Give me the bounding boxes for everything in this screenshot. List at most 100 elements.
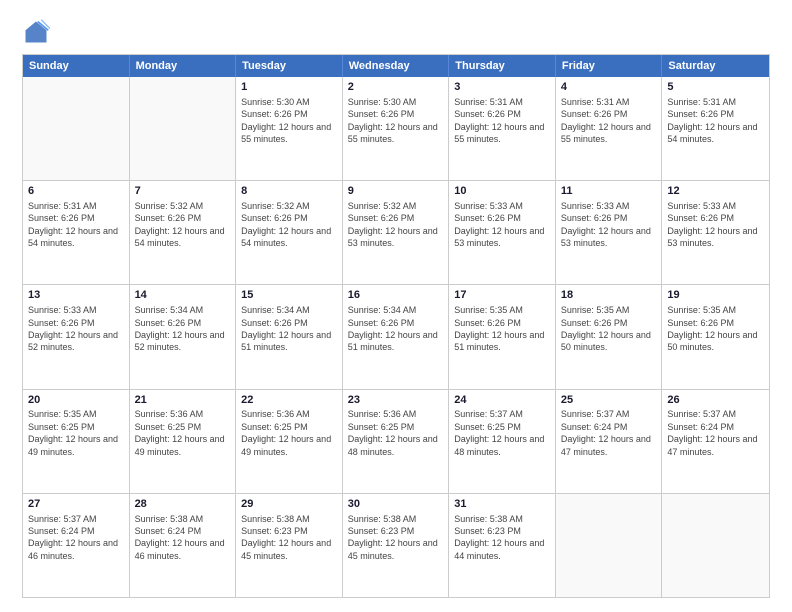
day-number: 6 [28,184,124,199]
day-info: Sunrise: 5:38 AM Sunset: 6:23 PM Dayligh… [454,513,550,563]
calendar-cell: 6Sunrise: 5:31 AM Sunset: 6:26 PM Daylig… [23,181,130,284]
calendar-cell: 22Sunrise: 5:36 AM Sunset: 6:25 PM Dayli… [236,390,343,493]
day-info: Sunrise: 5:35 AM Sunset: 6:26 PM Dayligh… [667,304,764,354]
calendar-cell: 18Sunrise: 5:35 AM Sunset: 6:26 PM Dayli… [556,285,663,388]
calendar-cell: 5Sunrise: 5:31 AM Sunset: 6:26 PM Daylig… [662,77,769,180]
day-info: Sunrise: 5:31 AM Sunset: 6:26 PM Dayligh… [561,96,657,146]
day-number: 31 [454,497,550,512]
calendar-cell: 10Sunrise: 5:33 AM Sunset: 6:26 PM Dayli… [449,181,556,284]
day-number: 13 [28,288,124,303]
day-number: 18 [561,288,657,303]
calendar-cell: 30Sunrise: 5:38 AM Sunset: 6:23 PM Dayli… [343,494,450,597]
header-day-saturday: Saturday [662,55,769,77]
calendar-week-4: 20Sunrise: 5:35 AM Sunset: 6:25 PM Dayli… [23,390,769,494]
calendar-cell: 19Sunrise: 5:35 AM Sunset: 6:26 PM Dayli… [662,285,769,388]
day-number: 26 [667,393,764,408]
day-number: 23 [348,393,444,408]
day-info: Sunrise: 5:31 AM Sunset: 6:26 PM Dayligh… [667,96,764,146]
calendar-week-1: 1Sunrise: 5:30 AM Sunset: 6:26 PM Daylig… [23,77,769,181]
logo-icon [22,18,50,46]
day-info: Sunrise: 5:35 AM Sunset: 6:26 PM Dayligh… [454,304,550,354]
page-header [22,18,770,46]
calendar-cell [130,77,237,180]
day-number: 21 [135,393,231,408]
calendar-cell: 1Sunrise: 5:30 AM Sunset: 6:26 PM Daylig… [236,77,343,180]
calendar-cell: 11Sunrise: 5:33 AM Sunset: 6:26 PM Dayli… [556,181,663,284]
calendar-cell: 16Sunrise: 5:34 AM Sunset: 6:26 PM Dayli… [343,285,450,388]
day-info: Sunrise: 5:33 AM Sunset: 6:26 PM Dayligh… [28,304,124,354]
header-day-thursday: Thursday [449,55,556,77]
calendar-cell [556,494,663,597]
calendar-cell: 21Sunrise: 5:36 AM Sunset: 6:25 PM Dayli… [130,390,237,493]
header-day-friday: Friday [556,55,663,77]
day-info: Sunrise: 5:35 AM Sunset: 6:25 PM Dayligh… [28,408,124,458]
calendar-cell: 24Sunrise: 5:37 AM Sunset: 6:25 PM Dayli… [449,390,556,493]
calendar-cell [662,494,769,597]
day-number: 4 [561,80,657,95]
day-info: Sunrise: 5:37 AM Sunset: 6:24 PM Dayligh… [28,513,124,563]
day-info: Sunrise: 5:38 AM Sunset: 6:24 PM Dayligh… [135,513,231,563]
calendar-page: SundayMondayTuesdayWednesdayThursdayFrid… [0,0,792,612]
day-number: 17 [454,288,550,303]
day-number: 19 [667,288,764,303]
header-day-sunday: Sunday [23,55,130,77]
calendar-cell: 28Sunrise: 5:38 AM Sunset: 6:24 PM Dayli… [130,494,237,597]
day-info: Sunrise: 5:34 AM Sunset: 6:26 PM Dayligh… [241,304,337,354]
calendar-cell: 8Sunrise: 5:32 AM Sunset: 6:26 PM Daylig… [236,181,343,284]
day-info: Sunrise: 5:31 AM Sunset: 6:26 PM Dayligh… [454,96,550,146]
calendar-cell: 25Sunrise: 5:37 AM Sunset: 6:24 PM Dayli… [556,390,663,493]
day-number: 9 [348,184,444,199]
day-info: Sunrise: 5:38 AM Sunset: 6:23 PM Dayligh… [348,513,444,563]
day-number: 12 [667,184,764,199]
day-info: Sunrise: 5:34 AM Sunset: 6:26 PM Dayligh… [135,304,231,354]
calendar-cell: 20Sunrise: 5:35 AM Sunset: 6:25 PM Dayli… [23,390,130,493]
calendar-cell: 27Sunrise: 5:37 AM Sunset: 6:24 PM Dayli… [23,494,130,597]
calendar-cell: 23Sunrise: 5:36 AM Sunset: 6:25 PM Dayli… [343,390,450,493]
calendar-cell: 31Sunrise: 5:38 AM Sunset: 6:23 PM Dayli… [449,494,556,597]
calendar-cell: 4Sunrise: 5:31 AM Sunset: 6:26 PM Daylig… [556,77,663,180]
calendar-week-5: 27Sunrise: 5:37 AM Sunset: 6:24 PM Dayli… [23,494,769,597]
calendar-cell: 17Sunrise: 5:35 AM Sunset: 6:26 PM Dayli… [449,285,556,388]
day-number: 27 [28,497,124,512]
calendar-week-2: 6Sunrise: 5:31 AM Sunset: 6:26 PM Daylig… [23,181,769,285]
day-info: Sunrise: 5:34 AM Sunset: 6:26 PM Dayligh… [348,304,444,354]
calendar-cell: 2Sunrise: 5:30 AM Sunset: 6:26 PM Daylig… [343,77,450,180]
calendar-cell: 26Sunrise: 5:37 AM Sunset: 6:24 PM Dayli… [662,390,769,493]
day-number: 20 [28,393,124,408]
day-info: Sunrise: 5:33 AM Sunset: 6:26 PM Dayligh… [561,200,657,250]
day-number: 22 [241,393,337,408]
day-info: Sunrise: 5:31 AM Sunset: 6:26 PM Dayligh… [28,200,124,250]
calendar-cell: 3Sunrise: 5:31 AM Sunset: 6:26 PM Daylig… [449,77,556,180]
day-number: 29 [241,497,337,512]
day-number: 28 [135,497,231,512]
day-number: 5 [667,80,764,95]
calendar-cell: 7Sunrise: 5:32 AM Sunset: 6:26 PM Daylig… [130,181,237,284]
header-day-monday: Monday [130,55,237,77]
calendar-body: 1Sunrise: 5:30 AM Sunset: 6:26 PM Daylig… [23,77,769,597]
calendar-cell: 15Sunrise: 5:34 AM Sunset: 6:26 PM Dayli… [236,285,343,388]
day-number: 15 [241,288,337,303]
day-info: Sunrise: 5:35 AM Sunset: 6:26 PM Dayligh… [561,304,657,354]
day-info: Sunrise: 5:37 AM Sunset: 6:24 PM Dayligh… [667,408,764,458]
day-info: Sunrise: 5:38 AM Sunset: 6:23 PM Dayligh… [241,513,337,563]
day-info: Sunrise: 5:32 AM Sunset: 6:26 PM Dayligh… [241,200,337,250]
day-info: Sunrise: 5:33 AM Sunset: 6:26 PM Dayligh… [667,200,764,250]
day-number: 3 [454,80,550,95]
calendar-week-3: 13Sunrise: 5:33 AM Sunset: 6:26 PM Dayli… [23,285,769,389]
calendar-cell: 9Sunrise: 5:32 AM Sunset: 6:26 PM Daylig… [343,181,450,284]
day-number: 25 [561,393,657,408]
day-info: Sunrise: 5:32 AM Sunset: 6:26 PM Dayligh… [348,200,444,250]
day-info: Sunrise: 5:36 AM Sunset: 6:25 PM Dayligh… [241,408,337,458]
day-number: 11 [561,184,657,199]
day-number: 24 [454,393,550,408]
calendar-cell: 29Sunrise: 5:38 AM Sunset: 6:23 PM Dayli… [236,494,343,597]
calendar-grid: SundayMondayTuesdayWednesdayThursdayFrid… [22,54,770,598]
day-info: Sunrise: 5:33 AM Sunset: 6:26 PM Dayligh… [454,200,550,250]
day-number: 8 [241,184,337,199]
day-info: Sunrise: 5:36 AM Sunset: 6:25 PM Dayligh… [348,408,444,458]
header-day-tuesday: Tuesday [236,55,343,77]
calendar-header: SundayMondayTuesdayWednesdayThursdayFrid… [23,55,769,77]
logo [22,18,54,46]
day-number: 14 [135,288,231,303]
day-number: 7 [135,184,231,199]
